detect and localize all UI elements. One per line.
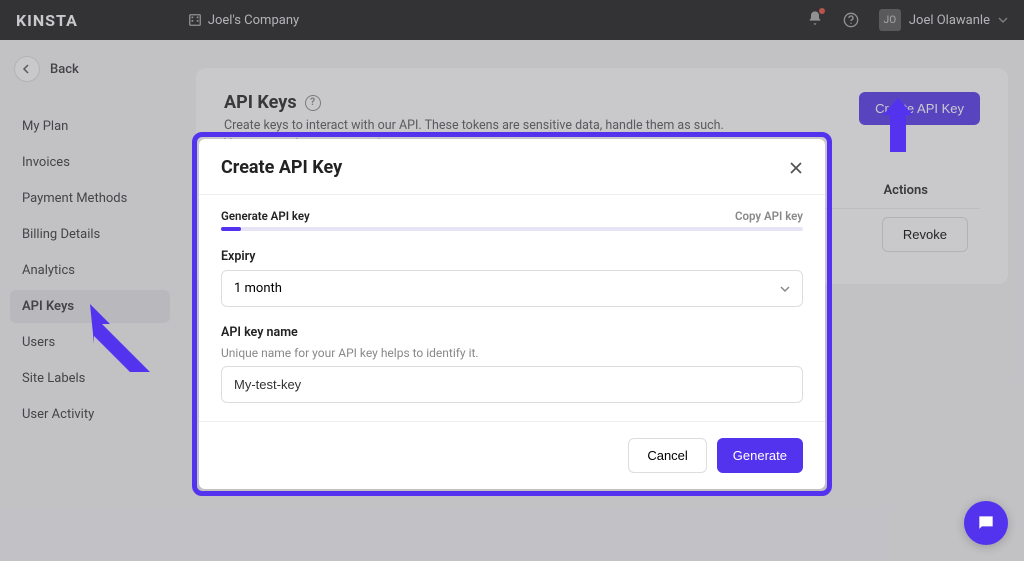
generate-button[interactable]: Generate <box>717 438 803 473</box>
api-key-name-label: API key name <box>221 325 803 340</box>
step-labels: Generate API key Copy API key <box>221 209 803 223</box>
step-progress <box>221 227 803 231</box>
modal-header: Create API Key <box>199 139 825 195</box>
step-copy: Copy API key <box>735 209 803 223</box>
expiry-label: Expiry <box>221 249 803 264</box>
expiry-value: 1 month <box>234 281 282 296</box>
create-api-key-modal: Create API Key Generate API key Copy API… <box>199 139 825 489</box>
cancel-button[interactable]: Cancel <box>628 438 706 473</box>
progress-fill <box>221 227 241 231</box>
modal-title: Create API Key <box>221 157 342 178</box>
chevron-down-icon <box>780 284 790 294</box>
chat-widget[interactable] <box>964 501 1008 545</box>
api-key-name-help: Unique name for your API key helps to id… <box>221 346 803 360</box>
modal-body: Generate API key Copy API key Expiry 1 m… <box>199 195 825 421</box>
modal-overlay[interactable]: Create API Key Generate API key Copy API… <box>0 0 1024 561</box>
close-icon[interactable] <box>789 161 803 175</box>
step-generate: Generate API key <box>221 209 310 223</box>
chat-icon <box>976 513 996 533</box>
expiry-select[interactable]: 1 month <box>221 270 803 307</box>
modal-highlight-border: Create API Key Generate API key Copy API… <box>192 132 832 496</box>
api-key-name-input[interactable] <box>221 366 803 403</box>
modal-footer: Cancel Generate <box>199 421 825 489</box>
